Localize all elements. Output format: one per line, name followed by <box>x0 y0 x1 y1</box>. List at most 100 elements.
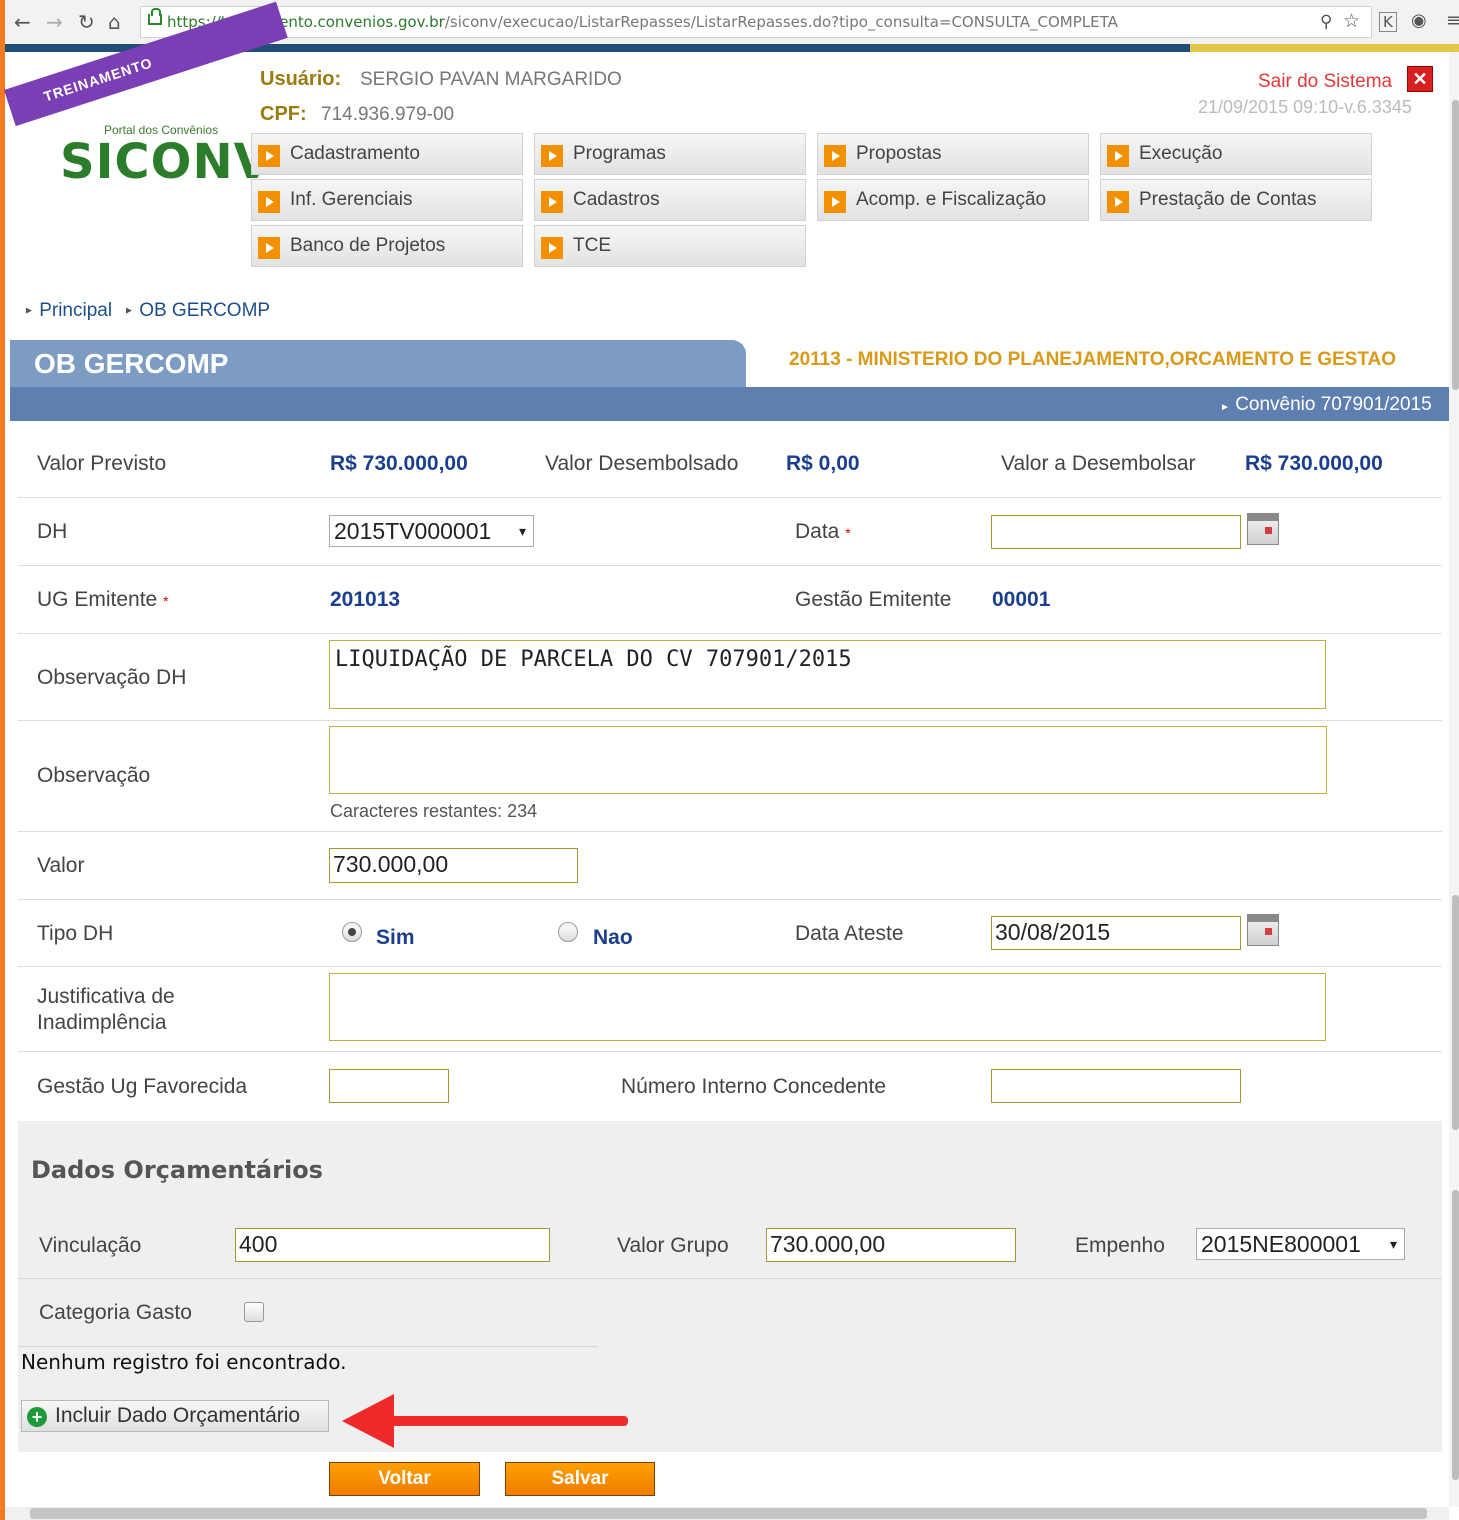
vertical-scroll-thumb[interactable] <box>1452 100 1459 390</box>
tipo-nao-radio[interactable] <box>558 922 578 942</box>
menu-execucao[interactable]: Execução <box>1100 133 1372 175</box>
valor-desembolsado-value: R$ 0,00 <box>786 452 860 475</box>
incluir-dado-orcamentario-button[interactable]: + Incluir Dado Orçamentário <box>21 1400 329 1432</box>
arrow-icon <box>1107 145 1129 167</box>
menu-inf-gerenciais[interactable]: Inf. Gerenciais <box>251 179 523 221</box>
vinculacao-input[interactable]: 400 <box>235 1228 550 1262</box>
observacao-label: Observação <box>37 764 151 787</box>
chevron-right-icon: ► <box>24 305 34 317</box>
empenho-label: Empenho <box>1075 1234 1165 1257</box>
convenio-link[interactable]: ► Convênio 707901/2015 <box>1220 394 1432 416</box>
valor-previsto-value: R$ 730.000,00 <box>330 452 468 475</box>
bookmark-star-icon[interactable]: ☆ <box>1343 10 1360 32</box>
breadcrumb-label: OB GERCOMP <box>139 300 271 321</box>
data-ateste-input[interactable]: 30/08/2015 <box>991 916 1241 950</box>
menu-label: Prestação de Contas <box>1139 189 1317 210</box>
user-label: Usuário: <box>260 68 342 90</box>
menu-label: Programas <box>573 143 666 164</box>
tipo-sim-label[interactable]: Sim <box>376 926 415 950</box>
menu-label: Cadastros <box>573 189 660 210</box>
dh-select[interactable]: 2015TV000001 ▾ <box>329 515 534 547</box>
empenho-selected-value: 2015NE800001 <box>1201 1231 1361 1257</box>
valor-previsto-label: Valor Previsto <box>37 452 167 475</box>
extension-icon[interactable]: K <box>1379 12 1397 32</box>
menu-tce[interactable]: TCE <box>534 225 806 267</box>
valor-label: Valor <box>37 854 85 877</box>
chevron-down-icon: ▾ <box>518 523 526 539</box>
gestao-ug-favorecida-input[interactable] <box>329 1069 449 1103</box>
calendar-icon[interactable] <box>1247 914 1279 946</box>
reload-icon[interactable]: ↻ <box>78 10 95 34</box>
gestao-emitente-value: 00001 <box>992 588 1051 611</box>
voltar-button[interactable]: Voltar <box>329 1462 480 1496</box>
menu-prestacao-contas[interactable]: Prestação de Contas <box>1100 179 1372 221</box>
session-timestamp: 21/09/2015 09:10-v.6.3345 <box>1198 97 1412 117</box>
calendar-icon[interactable] <box>1247 513 1279 545</box>
justificativa-textarea[interactable] <box>329 973 1326 1041</box>
menu-programas[interactable]: Programas <box>534 133 806 175</box>
tipo-nao-label[interactable]: Nao <box>593 926 633 950</box>
categoria-gasto-label: Categoria Gasto <box>39 1301 192 1324</box>
row-divider <box>18 966 1442 967</box>
annotation-arrow-shaft <box>380 1416 628 1426</box>
forward-icon[interactable]: → <box>46 10 63 34</box>
valor-grupo-input[interactable]: 730.000,00 <box>766 1228 1016 1262</box>
user-name: SERGIO PAVAN MARGARIDO <box>360 69 622 90</box>
menu-label: Inf. Gerenciais <box>290 189 413 210</box>
row-divider <box>18 1278 1442 1279</box>
valor-input[interactable]: 730.000,00 <box>329 848 578 883</box>
menu-label: Execução <box>1139 143 1223 164</box>
menu-label: Cadastramento <box>290 143 420 164</box>
back-icon[interactable]: ← <box>14 10 31 34</box>
menu-cadastramento[interactable]: Cadastramento <box>251 133 523 175</box>
arrow-icon <box>541 237 563 259</box>
gestao-emitente-label: Gestão Emitente <box>795 588 952 611</box>
observacao-textarea[interactable] <box>329 726 1327 794</box>
empenho-select[interactable]: 2015NE800001 ▾ <box>1196 1228 1405 1260</box>
justificativa-label-line1: Justificativa de <box>37 985 175 1008</box>
data-label: Data * <box>795 520 851 544</box>
home-icon[interactable]: ⌂ <box>108 10 121 34</box>
vertical-scroll-thumb[interactable] <box>1452 1190 1459 1480</box>
ug-emitente-value: 201013 <box>330 588 401 611</box>
horizontal-scroll-thumb[interactable] <box>30 1508 1427 1519</box>
address-bar[interactable]: https://treinamento.convenios.gov.br/sic… <box>140 6 1372 38</box>
zoom-icon[interactable]: ⚲ <box>1320 12 1332 32</box>
breadcrumb-principal[interactable]: ► Principal <box>24 300 112 322</box>
arrow-icon <box>824 191 846 213</box>
row-divider <box>18 720 1442 721</box>
observacao-dh-textarea[interactable]: LIQUIDAÇÃO DE PARCELA DO CV 707901/2015 <box>329 640 1326 709</box>
arrow-icon <box>258 237 280 259</box>
siconv-logo[interactable]: SICONV <box>60 134 272 190</box>
chevron-right-icon: ► <box>1220 402 1230 413</box>
vertical-scroll-thumb[interactable] <box>1452 895 1459 1130</box>
globe-icon[interactable]: ◉ <box>1411 10 1427 31</box>
lock-icon <box>148 8 162 25</box>
tipo-sim-radio[interactable] <box>342 922 362 942</box>
breadcrumb-current[interactable]: ► OB GERCOMP <box>124 300 270 322</box>
salvar-button[interactable]: Salvar <box>505 1462 655 1496</box>
menu-icon[interactable]: ≡ <box>1446 10 1459 31</box>
categoria-gasto-checkbox[interactable] <box>244 1302 264 1322</box>
row-divider <box>18 497 1442 498</box>
menu-label: Acomp. e Fiscalização <box>856 189 1047 210</box>
menu-propostas[interactable]: Propostas <box>817 133 1089 175</box>
valor-grupo-label: Valor Grupo <box>617 1234 729 1257</box>
valor-a-desembolsar-label: Valor a Desembolsar <box>1001 452 1196 475</box>
incluir-button-label: Incluir Dado Orçamentário <box>55 1404 301 1427</box>
url-text: https://treinamento.convenios.gov.br/sic… <box>167 13 1118 31</box>
menu-cadastros[interactable]: Cadastros <box>534 179 806 221</box>
valor-a-desembolsar-value: R$ 730.000,00 <box>1245 452 1383 475</box>
menu-banco-projetos[interactable]: Banco de Projetos <box>251 225 523 267</box>
data-input[interactable] <box>991 515 1241 549</box>
menu-acomp-fiscalizacao[interactable]: Acomp. e Fiscalização <box>817 179 1089 221</box>
ug-label-text: UG Emitente <box>37 588 158 611</box>
arrow-icon <box>1107 191 1129 213</box>
vinculacao-label: Vinculação <box>39 1234 142 1257</box>
numero-interno-input[interactable] <box>991 1069 1241 1103</box>
close-icon[interactable]: ✕ <box>1407 66 1433 92</box>
tipo-dh-label: Tipo DH <box>37 922 114 945</box>
numero-interno-label: Número Interno Concedente <box>621 1075 886 1098</box>
menu-label: Propostas <box>856 143 942 164</box>
logout-link[interactable]: Sair do Sistema <box>1258 71 1392 93</box>
